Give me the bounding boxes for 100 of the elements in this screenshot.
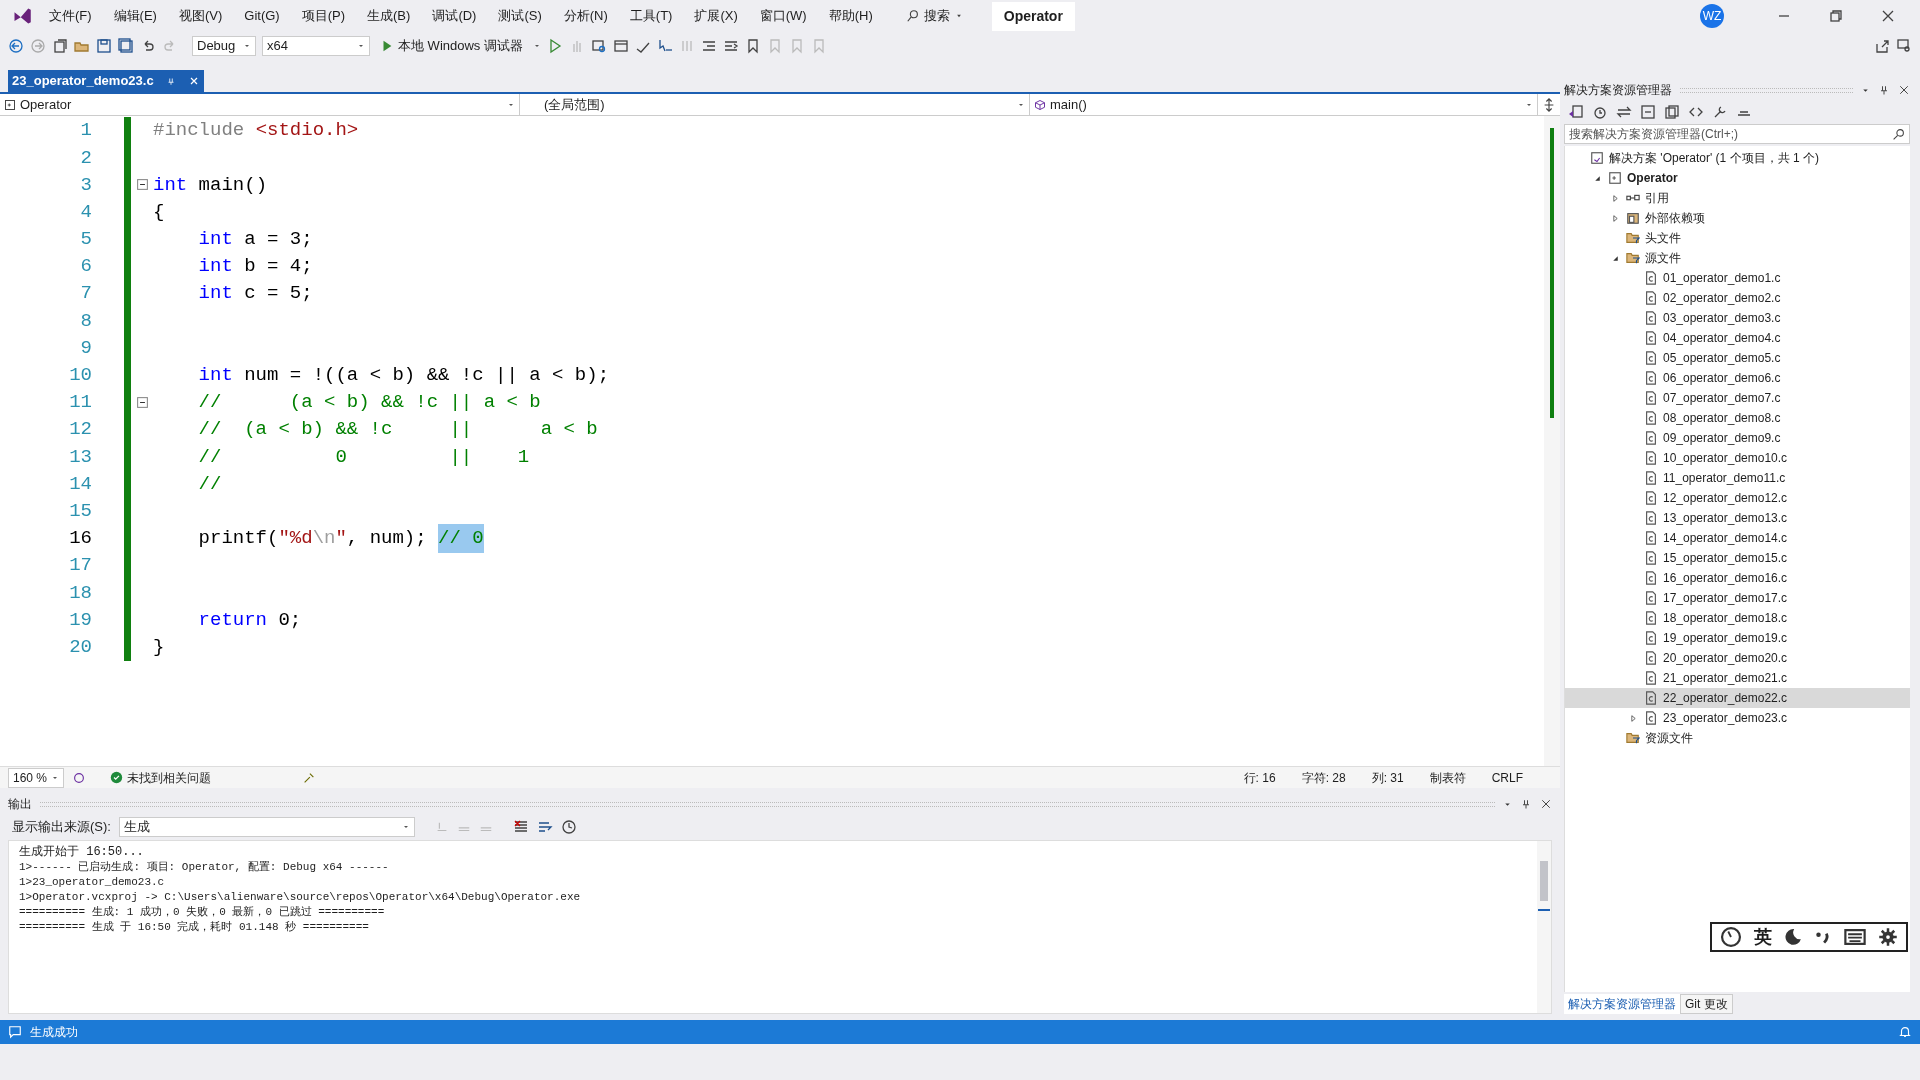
start-debugging-button[interactable]: 本地 Windows 调试器 (376, 36, 527, 56)
message-icon[interactable] (8, 1025, 22, 1039)
menu-item[interactable]: 调试(D) (423, 2, 486, 30)
menu-item[interactable]: 窗口(W) (750, 2, 816, 30)
close-icon[interactable] (1540, 798, 1552, 810)
menu-item[interactable]: 测试(S) (489, 2, 551, 30)
menu-item[interactable]: 编辑(E) (104, 2, 166, 30)
collapse-all-icon[interactable] (1640, 104, 1656, 120)
tree-item[interactable]: 21_operator_demo21.c (1565, 668, 1910, 688)
panel-tab[interactable]: Git 更改 (1680, 994, 1733, 1014)
close-icon[interactable] (1880, 8, 1896, 24)
pin-icon[interactable] (1520, 798, 1532, 810)
tree-item[interactable]: 12_operator_demo12.c (1565, 488, 1910, 508)
tree-item[interactable]: 22_operator_demo22.c (1565, 688, 1910, 708)
tree-item[interactable]: 19_operator_demo19.c (1565, 628, 1910, 648)
clock-icon[interactable] (560, 819, 577, 835)
status-text[interactable]: 列: 31 (1362, 768, 1413, 787)
vertical-scrollbar[interactable] (1544, 116, 1560, 766)
tree-item[interactable]: 外部依赖项 (1565, 208, 1910, 228)
input-mode-toggle[interactable]: 英 (1754, 923, 1772, 951)
keyboard-icon[interactable] (1844, 926, 1866, 948)
collapsed-icon[interactable] (1628, 713, 1638, 723)
platform-dropdown[interactable]: x64 (262, 36, 370, 56)
gauge-icon[interactable] (1720, 926, 1742, 948)
tree-item[interactable]: 头文件 (1565, 228, 1910, 248)
search-button[interactable]: 搜索 (897, 2, 972, 30)
panel-tab[interactable]: 解决方案资源管理器 (1564, 994, 1680, 1014)
clear-all-icon[interactable] (512, 819, 529, 835)
browse-icon[interactable] (590, 38, 607, 54)
window-icon[interactable] (612, 38, 629, 54)
zoom-dropdown[interactable]: 160 % (8, 767, 64, 788)
show-all-files-icon[interactable] (1664, 104, 1680, 120)
member-dropdown[interactable]: main() (1030, 94, 1538, 115)
collapsed-icon[interactable] (1610, 193, 1620, 203)
account-avatar[interactable]: WZ (1700, 4, 1724, 28)
tree-item[interactable]: 解决方案 'Operator' (1 个项目，共 1 个) (1565, 148, 1910, 168)
status-text[interactable]: 字符: 28 (1292, 768, 1355, 787)
save-all-icon[interactable] (118, 38, 134, 54)
menu-item[interactable]: 工具(T) (620, 2, 682, 30)
status-text[interactable]: 行: 16 (1234, 768, 1285, 787)
menu-item[interactable]: Git(G) (235, 2, 289, 30)
configuration-dropdown[interactable]: Debug (192, 36, 256, 56)
menu-item[interactable]: 生成(B) (358, 2, 420, 30)
tree-item[interactable]: 11_operator_demo11.c (1565, 468, 1910, 488)
new-project-icon[interactable] (52, 38, 68, 54)
tree-item[interactable]: 03_operator_demo3.c (1565, 308, 1910, 328)
search-field[interactable]: 搜索解决方案资源管理器(Ctrl+;) (1564, 124, 1910, 144)
menu-item[interactable]: 文件(F) (40, 2, 101, 30)
editor-tab[interactable]: 23_operator_demo23.c (8, 70, 204, 92)
output-source-dropdown[interactable]: 生成 (118, 817, 415, 837)
tree-item[interactable]: 23_operator_demo23.c (1565, 708, 1910, 728)
tree-item[interactable]: 17_operator_demo17.c (1565, 588, 1910, 608)
wrench-icon[interactable] (1712, 104, 1728, 120)
tree-item[interactable]: 02_operator_demo2.c (1565, 288, 1910, 308)
split-icon[interactable] (1542, 97, 1556, 112)
tree-item[interactable]: 05_operator_demo5.c (1565, 348, 1910, 368)
notification-icon[interactable] (1898, 1025, 1912, 1039)
vertical-scrollbar[interactable] (1537, 841, 1551, 1013)
close-icon[interactable] (1898, 84, 1910, 96)
status-text[interactable]: CRLF (1482, 768, 1532, 787)
tree-item[interactable]: 18_operator_demo18.c (1565, 608, 1910, 628)
tree-item[interactable]: 引用 (1565, 188, 1910, 208)
collapsed-icon[interactable] (1610, 213, 1620, 223)
restore-icon[interactable] (1828, 8, 1844, 24)
half-width-icon[interactable] (1784, 928, 1802, 946)
tree-item[interactable]: Operator (1565, 168, 1910, 188)
menu-item[interactable]: 帮助(H) (819, 2, 882, 30)
tree-item[interactable]: 01_operator_demo1.c (1565, 268, 1910, 288)
tree-item[interactable]: 08_operator_demo8.c (1565, 408, 1910, 428)
tree-item[interactable]: 04_operator_demo4.c (1565, 328, 1910, 348)
menu-item[interactable]: 项目(P) (292, 2, 355, 30)
tree-item[interactable]: 07_operator_demo7.c (1565, 388, 1910, 408)
collapse-icon[interactable] (135, 395, 149, 409)
tree-item[interactable]: 10_operator_demo10.c (1565, 448, 1910, 468)
tree-item[interactable]: 源文件 (1565, 248, 1910, 268)
tree-item[interactable]: 09_operator_demo9.c (1565, 428, 1910, 448)
tree-item[interactable]: 06_operator_demo6.c (1565, 368, 1910, 388)
word-wrap-icon[interactable] (536, 819, 553, 835)
menu-item[interactable]: 视图(V) (169, 2, 232, 30)
tree-item[interactable]: 16_operator_demo16.c (1565, 568, 1910, 588)
collapse-icon[interactable] (135, 178, 149, 192)
outdent-icon[interactable] (700, 38, 717, 54)
tree-item[interactable]: 13_operator_demo13.c (1565, 508, 1910, 528)
indent-icon[interactable] (722, 38, 739, 54)
tree-item[interactable]: 14_operator_demo14.c (1565, 528, 1910, 548)
tree-item[interactable]: 15_operator_demo15.c (1565, 548, 1910, 568)
save-icon[interactable] (96, 38, 112, 54)
history-icon[interactable] (1592, 104, 1608, 120)
share-icon[interactable] (1874, 38, 1890, 54)
pin-icon[interactable] (1878, 84, 1890, 96)
settings-icon[interactable] (1878, 927, 1898, 947)
menu-item[interactable]: 分析(N) (554, 2, 617, 30)
issues-indicator[interactable]: 未找到相关问题 (110, 768, 270, 787)
status-text[interactable]: 制表符 (1420, 768, 1475, 787)
sync-icon[interactable] (1616, 104, 1632, 120)
menu-item[interactable]: 扩展(X) (685, 2, 747, 30)
tree-item[interactable]: 20_operator_demo20.c (1565, 648, 1910, 668)
project-dropdown[interactable]: Operator (0, 94, 520, 115)
scope-dropdown[interactable]: (全局范围) (520, 94, 1030, 115)
feedback-icon[interactable] (1896, 38, 1912, 54)
